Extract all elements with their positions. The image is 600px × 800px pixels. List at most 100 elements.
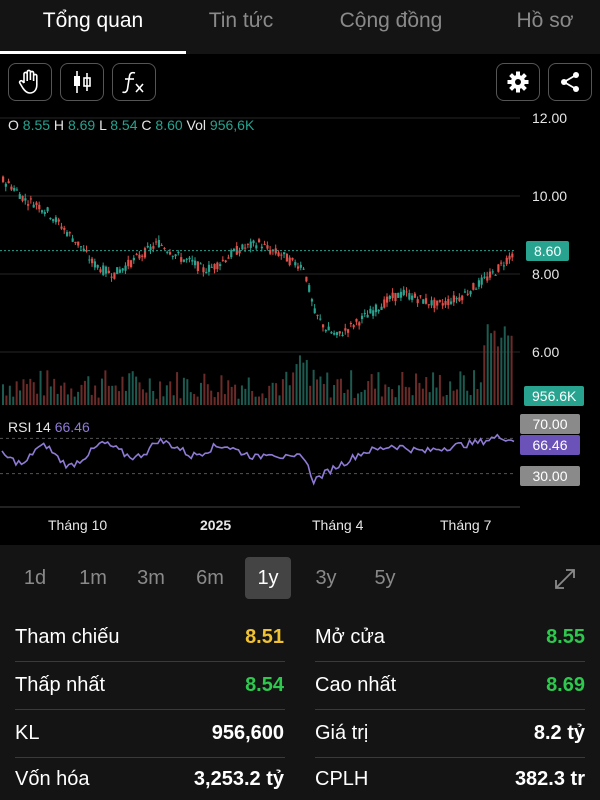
candle-body xyxy=(483,276,486,278)
volume-tag: 956.6K xyxy=(524,386,585,406)
rsi-line xyxy=(1,433,515,486)
volume-bar xyxy=(97,397,100,405)
candle-body xyxy=(188,257,191,260)
range-5y[interactable]: 5y xyxy=(362,557,408,599)
candle-body xyxy=(258,239,261,243)
tab-profile[interactable]: Hồ sơ xyxy=(490,0,600,54)
volume-bar xyxy=(49,386,52,405)
rsi-name: RSI 14 xyxy=(8,419,51,435)
volume-label: Vol xyxy=(186,117,207,133)
candle-body xyxy=(29,198,33,200)
volume-stat-label: KL xyxy=(15,722,40,744)
volume-bar xyxy=(346,389,349,405)
candle-body xyxy=(88,259,91,261)
candle-body xyxy=(168,252,172,255)
volume-bar xyxy=(36,393,39,405)
range-1d[interactable]: 1d xyxy=(12,557,58,599)
fullscreen-expand-icon[interactable] xyxy=(552,566,578,592)
volume-bar xyxy=(503,326,506,405)
tab-overview[interactable]: Tổng quan xyxy=(0,0,186,54)
candle-body xyxy=(358,322,361,326)
volume-bar xyxy=(449,381,452,405)
chart-grid xyxy=(0,117,520,353)
volume-bar xyxy=(111,385,114,405)
candle-body xyxy=(322,324,325,328)
range-3m[interactable]: 3m xyxy=(128,557,174,599)
volume-bar xyxy=(145,392,148,405)
range-3y[interactable]: 3y xyxy=(303,557,349,599)
candle-body xyxy=(500,262,503,264)
volume-bar xyxy=(213,397,216,405)
volume-bar xyxy=(445,394,448,405)
ref-price-value: 8.51 xyxy=(245,626,284,648)
candle-body xyxy=(49,217,52,219)
tab-news[interactable]: Tin tức xyxy=(186,0,296,54)
range-6m[interactable]: 6m xyxy=(187,557,233,599)
volume-bars xyxy=(2,324,513,405)
shares-outstanding-label: CPLH xyxy=(315,768,369,790)
price-axis-6: 6.00 xyxy=(532,344,560,360)
candle-body xyxy=(40,210,44,213)
candle-body xyxy=(38,204,41,210)
volume-bar xyxy=(19,390,22,405)
candle-body xyxy=(60,226,63,229)
volume-bar xyxy=(401,371,404,405)
row-divider xyxy=(315,709,585,710)
chart-type-button[interactable] xyxy=(60,63,104,101)
gear-icon xyxy=(507,71,529,93)
candle-body xyxy=(296,266,300,269)
candle-body xyxy=(121,268,124,271)
candle-body xyxy=(452,295,455,303)
candle-body xyxy=(477,280,481,287)
volume-bar xyxy=(486,324,489,405)
range-1y[interactable]: 1y xyxy=(245,557,291,599)
candle-body xyxy=(335,332,339,336)
volume-bar xyxy=(466,390,469,405)
volume-bar xyxy=(223,394,226,405)
volume-bar xyxy=(172,395,175,405)
indicator-button[interactable] xyxy=(112,63,156,101)
open-value: 8.55 xyxy=(22,117,51,133)
tab-community[interactable]: Cộng đồng xyxy=(316,0,466,54)
candle-body xyxy=(380,306,383,310)
volume-bar xyxy=(360,392,363,405)
candle-body xyxy=(277,252,280,256)
function-icon xyxy=(122,71,144,94)
range-1m[interactable]: 1m xyxy=(70,557,116,599)
candle-body xyxy=(219,264,222,267)
volume-bar xyxy=(131,371,134,405)
volume-bar xyxy=(452,390,455,405)
volume-bar xyxy=(469,395,472,405)
low-price-label: Thấp nhất xyxy=(15,674,106,696)
candle-body xyxy=(399,291,403,298)
candle-body xyxy=(177,252,180,254)
candle-body xyxy=(224,260,227,263)
candle-body xyxy=(433,299,436,309)
candle-body xyxy=(166,251,169,253)
volume-bar xyxy=(292,372,295,405)
volume-bar xyxy=(2,384,4,405)
volume-bar xyxy=(496,346,499,405)
volume-bar xyxy=(182,377,185,405)
pan-tool-button[interactable] xyxy=(8,63,52,101)
turnover-value: 8.2 tỷ xyxy=(533,722,585,744)
volume-bar xyxy=(244,388,247,405)
candle-body xyxy=(450,301,453,304)
price-chart[interactable] xyxy=(0,110,600,543)
volume-bar xyxy=(193,393,196,405)
settings-button[interactable] xyxy=(496,63,540,101)
candle-body xyxy=(383,299,386,308)
candle-body xyxy=(252,240,255,244)
candle-body xyxy=(182,259,186,262)
candle-body xyxy=(71,238,74,242)
volume-bar xyxy=(8,385,11,405)
volume-bar xyxy=(264,398,267,405)
high-price-label: Cao nhất xyxy=(315,674,397,696)
candle-body xyxy=(227,257,230,259)
share-button[interactable] xyxy=(548,63,592,101)
volume-bar xyxy=(220,375,223,405)
volume-bar xyxy=(356,393,359,405)
volume-bar xyxy=(165,385,168,405)
candle-body xyxy=(430,300,433,306)
volume-bar xyxy=(391,389,394,405)
